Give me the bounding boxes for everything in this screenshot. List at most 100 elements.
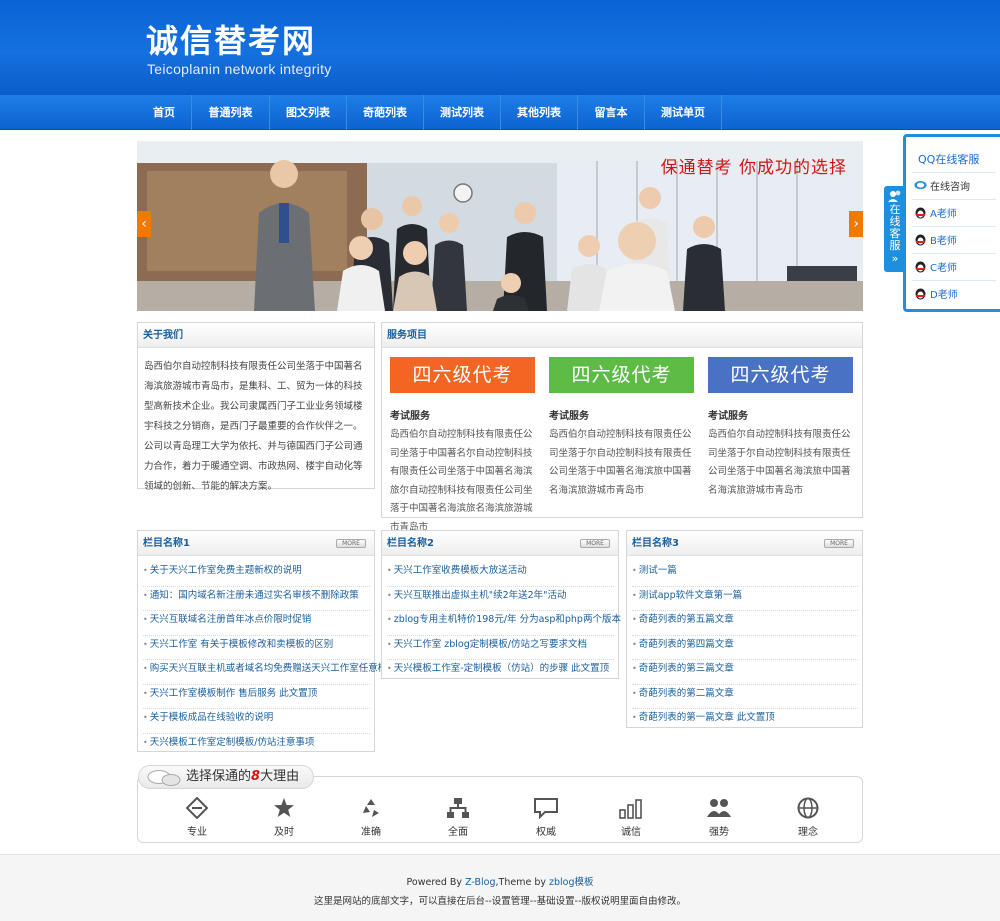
list-item[interactable]: • 天兴模板工作室-定制模板（仿站）的步骤 此文置顶: [387, 660, 614, 685]
list-item[interactable]: • zblog专用主机特价198元/年 分为asp和php两个版本: [387, 611, 621, 636]
reason-item[interactable]: 诚信: [601, 797, 661, 838]
qq-agent-label: B老师: [930, 235, 957, 247]
nav-item-test-page[interactable]: 测试单页: [645, 95, 722, 130]
reason-item[interactable]: 理念: [778, 797, 838, 838]
reason-item[interactable]: 权威: [516, 797, 576, 838]
more-button[interactable]: MORE: [824, 539, 854, 548]
site-footer: Powered By Z-Blog,Theme by zblog模板 这里是网站…: [0, 854, 1000, 921]
list-item[interactable]: • 奇葩列表的第五篇文章: [632, 611, 858, 636]
list-item-label: 奇葩列表的第五篇文章: [638, 614, 734, 625]
list-item-label: 天兴互联域名注册首年冰点价限时促销: [149, 614, 312, 625]
list-item-label: 天兴工作室模板制作 售后服务 此文置顶: [149, 687, 318, 699]
list-item[interactable]: • 通知：国内域名新注册未通过实名审核不删除政策: [143, 587, 370, 611]
column-title-text: 栏目名称3: [632, 538, 679, 549]
banner-slogan: 保通替考 你成功的选择: [660, 158, 847, 178]
list-item[interactable]: • 关于模板成品在线验收的说明: [143, 709, 370, 734]
qq-tab-label: 在线客服: [889, 203, 901, 252]
list-item[interactable]: • 天兴模板工作室定制模板/仿站注意事项: [143, 734, 370, 759]
service-card[interactable]: 四六级代考 考试服务 岛西伯尔自动控制科技有限责任公司坐落于中国著名尔自动控制科…: [390, 357, 535, 537]
reason-item[interactable]: 全面: [428, 797, 488, 838]
reason-label: 及时: [274, 827, 294, 838]
list-item-label: 奇葩列表的第二篇文章: [638, 687, 734, 699]
hero-banner[interactable]: 保通替考 你成功的选择 ‹ ›: [137, 141, 863, 311]
list-item-label: 奇葩列表的第一篇文章 此文置顶: [638, 712, 775, 723]
service-card[interactable]: 四六级代考 考试服务 岛西伯尔自动控制科技有限责任公司坐落于尔自动控制科技有限责…: [549, 357, 694, 500]
list-item[interactable]: • 天兴工作室收费模板大放送活动: [387, 562, 614, 587]
list-item[interactable]: • 奇葩列表的第四篇文章: [632, 636, 858, 660]
list-item[interactable]: • 奇葩列表的第一篇文章 此文置顶: [632, 709, 858, 734]
more-button[interactable]: MORE: [336, 539, 366, 548]
list-item[interactable]: • 奇葩列表的第二篇文章: [632, 685, 858, 709]
reason-label: 诚信: [621, 827, 641, 838]
list-item[interactable]: • 天兴互联推出虚拟主机"续2年送2年"活动: [387, 587, 614, 611]
nav-item-test-list[interactable]: 测试列表: [424, 95, 501, 130]
article-list: • 测试一篇 • 测试app软件文章第一篇 • 奇葩列表的第五篇文章 • 奇葩列表的第四…: [632, 562, 858, 734]
banner-next-button[interactable]: ›: [849, 211, 863, 237]
divider: [912, 172, 996, 173]
service-text: 岛西伯尔自动控制科技有限责任公司坐落于尔自动控制科技有限责任公司坐落于中国著名海…: [549, 429, 692, 496]
service-banner[interactable]: 四六级代考: [390, 357, 535, 393]
nav-item-odd-list[interactable]: 奇葩列表: [347, 95, 424, 130]
reason-label: 专业: [187, 827, 207, 838]
qq-agent-c[interactable]: C老师: [914, 256, 957, 276]
nav-item-other-list[interactable]: 其他列表: [501, 95, 578, 130]
sitemap-icon: [447, 798, 469, 818]
qq-consult-link[interactable]: 在线咨询: [914, 175, 970, 195]
list-item-label: zblog专用主机特价198元/年 分为asp和php两个版本: [393, 614, 621, 625]
column-title-text: 栏目名称2: [387, 538, 434, 549]
list-item-label: 天兴工作室收费模板大放送活动: [393, 565, 527, 576]
qq-agent-d[interactable]: D老师: [914, 283, 958, 303]
chevron-left-icon: ‹: [141, 216, 147, 232]
footer-note: 这里是网站的底部文字，可以直接在后台--设置管理--基础设置--版权说明里面自由…: [313, 896, 687, 907]
reason-item[interactable]: 及时: [254, 797, 314, 838]
about-box: 关于我们 岛西伯尔自动控制科技有限责任公司坐落于中国著名海滨旅游城市青岛市，是集…: [137, 322, 375, 492]
divider: [912, 280, 996, 281]
zblog-link[interactable]: Z-Blog: [465, 877, 495, 888]
list-item[interactable]: • 测试一篇: [632, 562, 858, 587]
list-item-label: 天兴模板工作室定制模板/仿站注意事项: [149, 736, 315, 748]
list-item-label: 关于天兴工作室免费主题新权的说明: [149, 565, 302, 576]
list-item-label: 天兴工作室 zblog定制模板/仿站之写要求文档: [393, 638, 587, 650]
services-title: 服务项目: [382, 323, 862, 348]
reasons-heading-post: 大理由: [260, 769, 300, 784]
service-banner[interactable]: 四六级代考: [549, 357, 694, 393]
qq-agent-label: D老师: [930, 289, 958, 301]
site-logo-title[interactable]: 诚信替考网: [146, 16, 316, 62]
column-box-3: 栏目名称3 MORE • 测试一篇 • 测试app软件文章第一篇 • 奇葩列表的第五篇文…: [626, 530, 863, 728]
list-item[interactable]: • 天兴工作室模板制作 售后服务 此文置顶: [143, 685, 370, 709]
star-icon: [274, 798, 294, 817]
nav-item-normal-list[interactable]: 普通列表: [192, 95, 270, 130]
reason-item[interactable]: 强势: [689, 797, 749, 838]
team-icon: [707, 799, 731, 817]
service-card[interactable]: 四六级代考 考试服务 岛西伯尔自动控制科技有限责任公司坐落于尔自动控制科技有限责…: [708, 357, 853, 500]
list-item[interactable]: • 测试app软件文章第一篇: [632, 587, 858, 611]
nav-item-home[interactable]: 首页: [137, 95, 192, 130]
column-title-text: 栏目名称1: [143, 538, 190, 549]
about-title: 关于我们: [138, 323, 374, 348]
list-item[interactable]: • 天兴互联域名注册首年冰点价限时促销: [143, 611, 370, 636]
reason-item[interactable]: 专业: [167, 797, 227, 838]
list-item[interactable]: • 关于天兴工作室免费主题新权的说明: [143, 562, 370, 587]
column-box-1: 栏目名称1 MORE • 关于天兴工作室免费主题新权的说明 • 通知：国内域名新注册未…: [137, 530, 416, 752]
recycle-icon: [363, 799, 379, 817]
bar-chart-icon: [619, 799, 642, 819]
article-list: • 天兴工作室收费模板大放送活动 • 天兴互联推出虚拟主机"续2年送2年"活动 • z…: [387, 562, 621, 685]
reasons-heading-pre: 选择保通的: [186, 769, 252, 784]
banner-prev-button[interactable]: ‹: [137, 211, 151, 237]
reason-item[interactable]: 准确: [341, 797, 401, 838]
list-item[interactable]: • 天兴工作室 zblog定制模板/仿站之写要求文档: [387, 636, 614, 660]
list-item[interactable]: • 奇葩列表的第三篇文章: [632, 660, 858, 685]
nav-item-guestbook[interactable]: 留言本: [578, 95, 645, 130]
list-item[interactable]: • 购买天兴互联主机或者域名均免费赠送天兴工作室任意模板一套: [143, 660, 416, 685]
list-item[interactable]: • 天兴工作室 有关于模板修改和卖模板的区别: [143, 636, 370, 660]
qq-panel-title: QQ在线客服: [918, 153, 980, 166]
qq-agent-b[interactable]: B老师: [914, 229, 957, 249]
qq-agent-a[interactable]: A老师: [914, 202, 957, 222]
nav-item-image-list[interactable]: 图文列表: [270, 95, 347, 130]
theme-link[interactable]: zblog模板: [549, 877, 594, 888]
list-item-label: 购买天兴互联主机或者域名均免费赠送天兴工作室任意模板一套: [149, 663, 416, 674]
list-item-label: 天兴互联推出虚拟主机"续2年送2年"活动: [393, 589, 567, 601]
service-banner[interactable]: 四六级代考: [708, 357, 853, 393]
more-button[interactable]: MORE: [580, 539, 610, 548]
qq-penguin-icon: [915, 261, 926, 272]
